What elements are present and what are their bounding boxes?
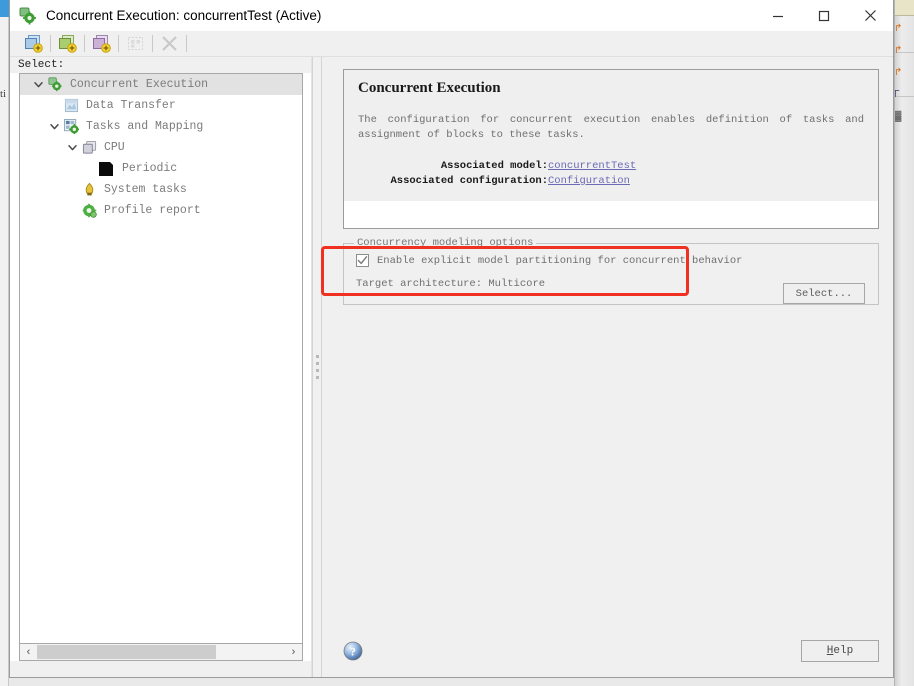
tree-item-concurrent-execution[interactable]: Concurrent Execution bbox=[20, 74, 302, 95]
enable-partitioning-label: Enable explicit model partitioning for c… bbox=[377, 254, 743, 267]
pane-splitter[interactable] bbox=[312, 57, 322, 677]
splitter-grip-icon[interactable] bbox=[316, 355, 319, 379]
tree-item-label: Concurrent Execution bbox=[70, 78, 209, 91]
tree-item-label: Periodic bbox=[122, 162, 178, 175]
tree-pane-footer bbox=[10, 661, 311, 677]
scrollbar-track[interactable] bbox=[37, 644, 285, 660]
tree-item-label: Data Transfer bbox=[86, 99, 176, 112]
tree-item-cpu[interactable]: CPU bbox=[20, 137, 302, 158]
minimize-button[interactable] bbox=[755, 0, 801, 31]
background-window-left-text: ti bbox=[0, 88, 7, 100]
associated-configuration-link[interactable]: Configuration bbox=[548, 174, 630, 189]
close-button[interactable] bbox=[847, 0, 893, 31]
associated-model-label: Associated model: bbox=[440, 160, 548, 172]
description-title: Concurrent Execution bbox=[358, 80, 501, 96]
help-button-label: elp bbox=[833, 645, 854, 657]
add-periodic-trigger-button[interactable] bbox=[90, 33, 112, 55]
scrollbar-thumb[interactable] bbox=[37, 645, 216, 659]
maximize-button[interactable] bbox=[801, 0, 847, 31]
system-tasks-icon bbox=[80, 181, 98, 199]
associated-configuration-row: Associated configuration: Configuration bbox=[358, 174, 864, 189]
concurrency-modeling-options: Concurrency modeling options Enable expl… bbox=[343, 237, 879, 305]
background-window-right[interactable]: ↱ ↱ ↱ Γ ▓ bbox=[894, 0, 914, 686]
tree-item-label: Profile report bbox=[104, 204, 201, 217]
tree-item-label: System tasks bbox=[104, 183, 187, 196]
target-architecture-label: Target architecture: bbox=[356, 278, 483, 290]
tree-item-label: CPU bbox=[104, 141, 125, 154]
profile-report-icon bbox=[80, 202, 98, 220]
configuration-tree[interactable]: Concurrent Execution Data Transfer Tasks… bbox=[19, 73, 303, 643]
toolbar bbox=[10, 31, 893, 57]
caption-buttons bbox=[755, 0, 893, 31]
description-body: The configuration for concurrent executi… bbox=[358, 114, 864, 141]
dialog-footer: ? Help bbox=[343, 639, 879, 663]
tree-item-label: Tasks and Mapping bbox=[86, 120, 204, 133]
select-label: Select: bbox=[18, 59, 65, 71]
details-pane: Concurrent Execution The configuration f… bbox=[322, 57, 893, 677]
associated-model-link[interactable]: concurrentTest bbox=[548, 159, 636, 174]
cpu-icon bbox=[80, 139, 98, 157]
options-group-label: Concurrency modeling options bbox=[354, 237, 537, 249]
tree-item-tasks-and-mapping[interactable]: Tasks and Mapping bbox=[20, 116, 302, 137]
tree-item-profile-report[interactable]: Profile report bbox=[20, 200, 302, 221]
tree-item-system-tasks[interactable]: System tasks bbox=[20, 179, 302, 200]
add-trigger-button[interactable] bbox=[56, 33, 78, 55]
toolbar-separator bbox=[84, 35, 85, 52]
chevron-down-icon[interactable] bbox=[30, 74, 46, 95]
associated-configuration-label: Associated configuration: bbox=[390, 175, 548, 187]
concurrent-execution-icon bbox=[19, 7, 37, 25]
background-window-right-glyphs: ↱ ↱ ↱ Γ ▓ bbox=[894, 23, 902, 122]
associated-model-row: Associated model: concurrentTest bbox=[358, 159, 864, 174]
background-window-left-tab bbox=[0, 0, 9, 17]
window-body: Select: Concurrent Execution Data Transf… bbox=[10, 57, 893, 677]
scroll-right-arrow-icon[interactable]: › bbox=[285, 644, 302, 660]
description-panel: Concurrent Execution The configuration f… bbox=[343, 69, 879, 229]
tasks-mapping-icon bbox=[62, 118, 80, 136]
add-task-button[interactable] bbox=[22, 33, 44, 55]
map-blocks-button bbox=[124, 33, 146, 55]
toolbar-separator bbox=[118, 35, 119, 52]
description-content: Concurrent Execution The configuration f… bbox=[344, 70, 878, 201]
desktop-background: ti ↱ ↱ ↱ Γ ▓ Concurrent Execution: concu… bbox=[0, 0, 914, 686]
chevron-down-icon[interactable] bbox=[64, 137, 80, 158]
select-label-row: Select: bbox=[10, 57, 311, 73]
background-window-right-tab bbox=[895, 0, 914, 16]
toolbar-separator bbox=[186, 35, 187, 52]
help-question-icon[interactable]: ? bbox=[343, 641, 363, 661]
tree-item-periodic[interactable]: Periodic bbox=[20, 158, 302, 179]
window-title: Concurrent Execution: concurrentTest (Ac… bbox=[46, 8, 322, 23]
delete-button bbox=[158, 33, 180, 55]
tree-horizontal-scrollbar[interactable]: ‹ › bbox=[19, 643, 303, 661]
periodic-icon bbox=[98, 160, 114, 178]
tree-pane: Select: Concurrent Execution Data Transf… bbox=[10, 57, 312, 677]
help-button-mnemonic: H bbox=[826, 645, 834, 657]
enable-partitioning-row[interactable]: Enable explicit model partitioning for c… bbox=[356, 254, 866, 267]
target-architecture-value: Multicore bbox=[488, 278, 546, 290]
enable-partitioning-checkbox[interactable] bbox=[356, 254, 369, 267]
scroll-left-arrow-icon[interactable]: ‹ bbox=[20, 644, 37, 660]
data-transfer-icon bbox=[62, 97, 80, 115]
help-button[interactable]: Help bbox=[801, 640, 879, 662]
concurrent-execution-icon bbox=[46, 76, 64, 94]
toolbar-separator bbox=[50, 35, 51, 52]
select-architecture-button[interactable]: Select... bbox=[783, 283, 865, 304]
toolbar-separator bbox=[152, 35, 153, 52]
background-window-left[interactable]: ti bbox=[0, 0, 9, 686]
title-bar[interactable]: Concurrent Execution: concurrentTest (Ac… bbox=[10, 0, 893, 31]
chevron-down-icon[interactable] bbox=[46, 116, 62, 137]
svg-text:?: ? bbox=[350, 646, 356, 658]
concurrent-execution-window: Concurrent Execution: concurrentTest (Ac… bbox=[9, 0, 894, 678]
tree-item-data-transfer[interactable]: Data Transfer bbox=[20, 95, 302, 116]
